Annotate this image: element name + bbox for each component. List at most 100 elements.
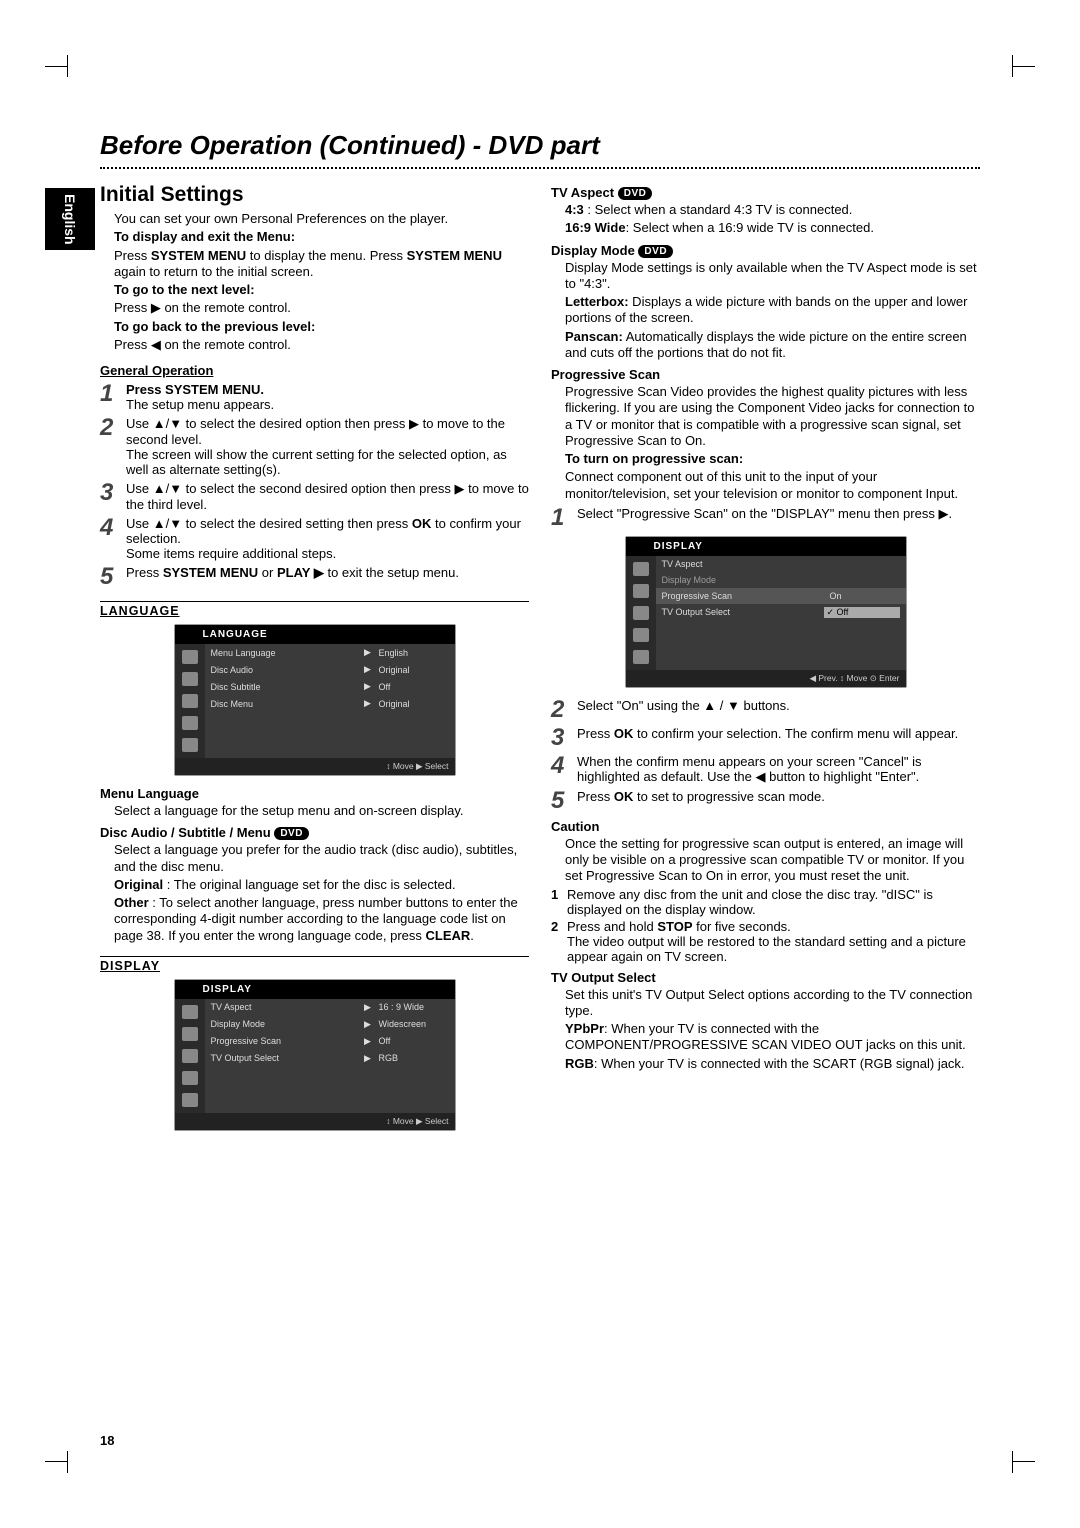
initial-settings-heading: Initial Settings xyxy=(100,183,529,207)
step-body: Use ▲/▼ to select the second desired opt… xyxy=(126,481,529,512)
display-mode-heading: Display Mode xyxy=(551,243,635,258)
general-operation-heading: General Operation xyxy=(100,363,529,378)
osd-display-1: DISPLAY TV Aspect▶16 : 9 Wide Display Mo… xyxy=(174,979,456,1131)
step-body: Press SYSTEM MENU.The setup menu appears… xyxy=(126,382,529,412)
osd-icon-strip xyxy=(175,999,205,1113)
step-body: Press OK to set to progressive scan mode… xyxy=(577,789,980,813)
osd-footer: ↕ Move ▶ Select xyxy=(175,758,455,775)
disc-audio-other: Other : To select another language, pres… xyxy=(114,895,529,944)
to-display-body: Press SYSTEM MENU to display the menu. P… xyxy=(114,248,529,281)
progressive-scan-body: Progressive Scan Video provides the high… xyxy=(565,384,980,449)
disc-audio-original: Original : The original language set for… xyxy=(114,877,529,893)
osd-label: TV Output Select xyxy=(662,607,818,617)
crop-mark xyxy=(45,1461,67,1462)
turn-on-label: To turn on progressive scan: xyxy=(565,451,743,466)
osd-value: Off xyxy=(379,1036,449,1046)
page-number: 18 xyxy=(100,1433,114,1448)
intro-text: You can set your own Personal Preference… xyxy=(114,211,529,227)
osd-icon-strip xyxy=(175,644,205,758)
left-column: Initial Settings You can set your own Pe… xyxy=(100,179,529,1141)
osd-title: DISPLAY xyxy=(175,980,455,999)
osd-label: TV Aspect xyxy=(662,559,824,569)
step-num: 5 xyxy=(551,789,571,813)
osd-label: Disc Menu xyxy=(211,699,357,709)
to-prev-body: Press ◀ on the remote control. xyxy=(114,337,529,353)
step-num: 4 xyxy=(551,754,571,785)
step-num: 2 xyxy=(100,416,120,477)
step-num: 3 xyxy=(100,481,120,512)
disc-audio-body: Select a language you prefer for the aud… xyxy=(114,842,529,875)
menu-language-heading: Menu Language xyxy=(100,786,199,801)
osd-footer: ◀ Prev. ↕ Move ⊙ Enter xyxy=(626,670,906,687)
osd-title: LANGUAGE xyxy=(175,625,455,644)
dvd-badge: DVD xyxy=(618,187,653,200)
right-column: TV Aspect DVD 4:3 : Select when a standa… xyxy=(551,179,980,1141)
osd-display-2: DISPLAY TV Aspect Display Mode Progressi… xyxy=(625,536,907,688)
language-tab: English xyxy=(45,188,95,250)
crop-mark xyxy=(67,55,68,77)
caution-step-body: Press and hold STOP for five seconds.The… xyxy=(567,919,980,964)
osd-value: Original xyxy=(379,699,449,709)
display-mode-body: Display Mode settings is only available … xyxy=(565,260,980,293)
step-num: 4 xyxy=(100,516,120,561)
caution-step-num: 2 xyxy=(551,919,561,964)
osd-label: Progressive Scan xyxy=(211,1036,357,1046)
osd-value: 16 : 9 Wide xyxy=(379,1002,449,1012)
display-mode-panscan: Panscan: Automatically displays the wide… xyxy=(565,329,980,362)
caution-heading: Caution xyxy=(551,819,599,834)
step-body: Use ▲/▼ to select the desired setting th… xyxy=(126,516,529,561)
to-next-body: Press ▶ on the remote control. xyxy=(114,300,529,316)
step-num: 2 xyxy=(551,698,571,722)
crop-mark xyxy=(1012,55,1013,77)
tv-output-heading: TV Output Select xyxy=(551,970,656,985)
osd-value: ✓ Off xyxy=(824,607,900,618)
osd-value: English xyxy=(379,648,449,658)
osd-label: Disc Audio xyxy=(211,665,357,675)
tv-aspect-43: 4:3 : Select when a standard 4:3 TV is c… xyxy=(565,202,980,218)
crop-mark xyxy=(1013,66,1035,67)
step-body: Select "On" using the ▲ / ▼ buttons. xyxy=(577,698,980,722)
caution-step-num: 1 xyxy=(551,887,561,917)
disc-audio-heading: Disc Audio / Subtitle / Menu xyxy=(100,825,271,840)
step-num: 1 xyxy=(551,506,571,530)
osd-value: Original xyxy=(379,665,449,675)
step-body: Use ▲/▼ to select the desired option the… xyxy=(126,416,529,477)
display-mode-letterbox: Letterbox: Displays a wide picture with … xyxy=(565,294,980,327)
to-next-label: To go to the next level: xyxy=(114,282,255,297)
crop-mark xyxy=(1012,1451,1013,1473)
crop-mark xyxy=(67,1451,68,1473)
osd-footer: ↕ Move ▶ Select xyxy=(175,1113,455,1130)
osd-title: DISPLAY xyxy=(626,537,906,556)
page-title: Before Operation (Continued) - DVD part xyxy=(100,130,980,169)
osd-label: Disc Subtitle xyxy=(211,682,357,692)
crop-mark xyxy=(1013,1461,1035,1462)
crop-mark xyxy=(45,66,67,67)
step-num: 3 xyxy=(551,726,571,750)
osd-label: TV Output Select xyxy=(211,1053,357,1063)
progressive-scan-heading: Progressive Scan xyxy=(551,367,660,382)
osd-value: On xyxy=(830,591,900,601)
osd-label: Menu Language xyxy=(211,648,357,658)
to-display-label: To display and exit the Menu: xyxy=(114,229,295,244)
osd-icon-strip xyxy=(626,556,656,670)
osd-language: LANGUAGE Menu Language▶English Disc Audi… xyxy=(174,624,456,776)
step-body: When the confirm menu appears on your sc… xyxy=(577,754,980,785)
osd-label: Display Mode xyxy=(662,575,824,585)
tv-output-ypbpr: YPbPr: When your TV is connected with th… xyxy=(565,1021,980,1054)
dvd-badge: DVD xyxy=(638,245,673,258)
language-section-heading: LANGUAGE xyxy=(100,601,529,618)
caution-step-body: Remove any disc from the unit and close … xyxy=(567,887,980,917)
osd-label: Display Mode xyxy=(211,1019,357,1029)
osd-label: TV Aspect xyxy=(211,1002,357,1012)
step-num: 1 xyxy=(100,382,120,412)
tv-output-body: Set this unit's TV Output Select options… xyxy=(565,987,980,1020)
step-body: Press SYSTEM MENU or PLAY ▶ to exit the … xyxy=(126,565,529,589)
tv-aspect-heading: TV Aspect xyxy=(551,185,614,200)
turn-on-body: Connect component out of this unit to th… xyxy=(565,469,980,502)
osd-value: Off xyxy=(379,682,449,692)
osd-value: Widescreen xyxy=(379,1019,449,1029)
step-body: Press OK to confirm your selection. The … xyxy=(577,726,980,750)
osd-value: RGB xyxy=(379,1053,449,1063)
tv-aspect-169: 16:9 Wide: Select when a 16:9 wide TV is… xyxy=(565,220,980,236)
step-body: Select "Progressive Scan" on the "DISPLA… xyxy=(577,506,980,530)
